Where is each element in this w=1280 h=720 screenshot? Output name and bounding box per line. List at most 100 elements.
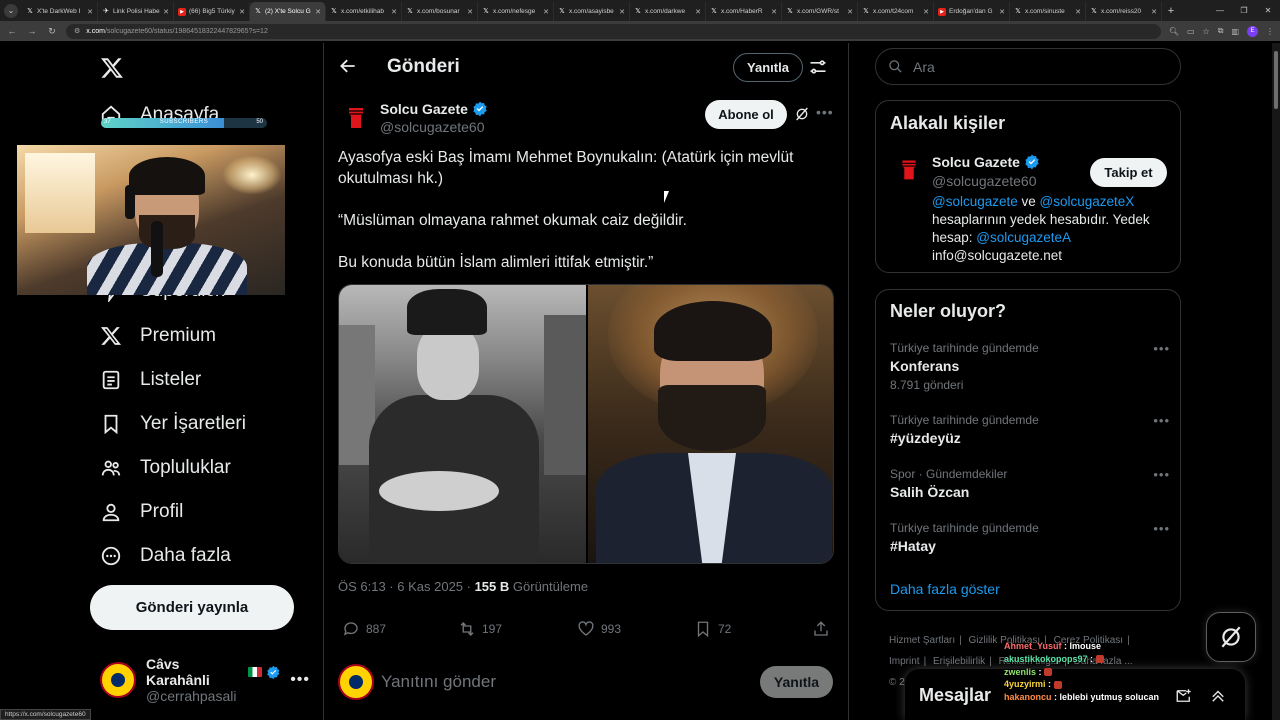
url-field[interactable]: ⚙ x.com/solcugazete60/status/19864518322… — [66, 23, 1161, 39]
browser-tab[interactable]: 𝕏 X'te DarkWeb I ✕ — [22, 2, 98, 21]
new-tab-button[interactable]: + — [1162, 2, 1180, 21]
more-horizontal-icon[interactable]: ••• — [290, 671, 310, 689]
browser-tab[interactable]: 𝕏x.com/t24com ✕ — [858, 2, 934, 21]
search-input[interactable]: Ara — [875, 48, 1181, 85]
post-media-image[interactable] — [338, 284, 834, 564]
profile-avatar[interactable]: E — [1247, 25, 1258, 37]
close-icon[interactable]: ✕ — [467, 8, 473, 16]
zoom-icon[interactable]: 🔍︎ — [1169, 27, 1179, 36]
close-icon[interactable]: ✕ — [847, 8, 853, 16]
close-icon[interactable]: ✕ — [391, 8, 397, 16]
more-horizontal-icon[interactable]: ••• — [1153, 521, 1170, 536]
browser-tab[interactable]: 𝕏x.com/nefesge ✕ — [478, 2, 554, 21]
back-icon[interactable]: ← — [6, 26, 18, 36]
browser-tab[interactable]: 𝕏x.com/HaberR ✕ — [706, 2, 782, 21]
extensions-icon[interactable]: ⧉ — [1218, 26, 1224, 36]
follow-button[interactable]: Takip et — [1090, 158, 1167, 187]
close-icon[interactable]: ✕ — [923, 8, 929, 16]
more-horizontal-icon[interactable]: ••• — [1153, 467, 1170, 482]
footer-link[interactable]: Erişilebilirlik — [933, 656, 985, 667]
close-icon[interactable]: ✕ — [239, 8, 245, 16]
bookmark-action[interactable]: 72 — [694, 620, 731, 638]
close-icon[interactable]: ✕ — [1151, 8, 1157, 16]
close-icon[interactable]: ✕ — [315, 8, 321, 16]
trend-item[interactable]: Türkiye tarihinde gündemde Konferans 8.7… — [890, 341, 1170, 392]
bio-link[interactable]: @solcugazeteX — [1040, 194, 1135, 209]
related-handle[interactable]: @solcugazete60 — [932, 173, 1037, 189]
close-window-icon[interactable]: ✕ — [1256, 0, 1280, 21]
browser-tab[interactable]: 𝕏x.com/sinuste ✕ — [1010, 2, 1086, 21]
trend-item[interactable]: Türkiye tarihinde gündemde #Hatay ••• — [890, 521, 1170, 554]
site-info-icon[interactable]: ⚙ — [74, 27, 80, 35]
show-more-link[interactable]: Daha fazla göster — [890, 581, 1000, 597]
more-horizontal-icon[interactable]: ••• — [1153, 413, 1170, 428]
post-author-name[interactable]: Solcu Gazete — [380, 101, 488, 117]
sidebar-item-communities[interactable]: Topluluklar — [100, 453, 231, 483]
post-author-handle[interactable]: @solcugazete60 — [380, 119, 485, 135]
browser-tab[interactable]: ▶ (66) Big5 Türkiy ✕ — [174, 2, 250, 21]
reply-submit-button[interactable]: Yanıtla — [760, 666, 833, 698]
repost-action[interactable]: 197 — [458, 620, 502, 638]
close-icon[interactable]: ✕ — [999, 8, 1005, 16]
close-icon[interactable]: ✕ — [1075, 8, 1081, 16]
browser-tab-active[interactable]: 𝕏 (2) X'te Solcu G ✕ — [250, 2, 326, 21]
x-icon: 𝕏 — [483, 7, 489, 15]
bio-link[interactable]: @solcugazete — [932, 194, 1018, 209]
sidebar-item-more[interactable]: Daha fazla — [100, 541, 231, 571]
trend-item[interactable]: Spor · Gündemdekiler Salih Özcan ••• — [890, 467, 1170, 500]
sidebar-item-profile[interactable]: Profil — [100, 497, 183, 527]
browser-tab[interactable]: 𝕏x.com/GWR/st ✕ — [782, 2, 858, 21]
fist-logo-avatar[interactable] — [892, 151, 926, 185]
sidebar-item-bookmarks[interactable]: Yer İşaretleri — [100, 409, 246, 439]
restore-icon[interactable]: ❐ — [1232, 0, 1256, 21]
footer-link[interactable]: Imprint — [889, 656, 920, 667]
close-icon[interactable]: ✕ — [543, 8, 549, 16]
header-reply-button[interactable]: Yanıtla — [733, 53, 803, 82]
reply-input[interactable]: Yanıtını gönder — [381, 672, 496, 692]
reply-action[interactable]: 887 — [342, 620, 386, 638]
footer-link[interactable]: Hizmet Şartları — [889, 635, 955, 646]
bio-link[interactable]: @solcugazeteA — [976, 230, 1071, 245]
minimize-icon[interactable]: — — [1208, 0, 1232, 21]
post-actions: 887 197 993 72 — [338, 620, 834, 640]
like-action[interactable]: 993 — [577, 620, 621, 638]
browser-tab[interactable]: ✈ Link Polisi Habe ✕ — [98, 2, 174, 21]
close-icon[interactable]: ✕ — [87, 8, 93, 16]
cast-icon[interactable]: ▭ — [1187, 27, 1195, 36]
more-horizontal-icon[interactable]: ••• — [816, 104, 834, 120]
browser-tab[interactable]: 𝕏x.com/reiss20 ✕ — [1086, 2, 1162, 21]
more-horizontal-icon[interactable]: ••• — [1153, 341, 1170, 356]
account-switcher[interactable]: Câvs Karahânli @cerrahpasali ••• — [100, 656, 310, 704]
sliders-icon[interactable] — [808, 57, 828, 77]
related-bio: @solcugazete ve @solcugazeteX hesapların… — [932, 194, 1150, 263]
related-name[interactable]: Solcu Gazete — [932, 154, 1040, 170]
post-timestamp[interactable]: ÖS 6:13 · 6 Kas 2025 · — [338, 579, 475, 594]
trend-item[interactable]: Türkiye tarihinde gündemde #yüzdeyüz ••• — [890, 413, 1170, 446]
close-icon[interactable]: ✕ — [771, 8, 777, 16]
post-button[interactable]: Gönderi yayınla — [90, 585, 294, 630]
browser-tab[interactable]: 𝕏x.com/bosunar ✕ — [402, 2, 478, 21]
scrollbar[interactable] — [1272, 43, 1280, 720]
back-arrow-icon[interactable] — [338, 56, 358, 76]
grok-icon[interactable] — [794, 106, 810, 122]
x-logo-icon[interactable] — [100, 56, 124, 80]
reload-icon[interactable]: ↻ — [46, 26, 58, 37]
share-action[interactable] — [812, 620, 830, 638]
browser-tab[interactable]: 𝕏x.com/darkwe ✕ — [630, 2, 706, 21]
fist-logo-avatar[interactable] — [338, 98, 374, 134]
browser-tab[interactable]: 𝕏x.com/asayisbe ✕ — [554, 2, 630, 21]
tab-search-button[interactable]: ⌄ — [0, 0, 22, 21]
sidebar-item-lists[interactable]: Listeler — [100, 365, 201, 395]
browser-menu-icon[interactable]: ⋮ — [1266, 27, 1274, 36]
close-icon[interactable]: ✕ — [619, 8, 625, 16]
browser-tab[interactable]: 𝕏x.com/etkilihab ✕ — [326, 2, 402, 21]
close-icon[interactable]: ✕ — [163, 8, 169, 16]
forward-icon[interactable]: → — [26, 26, 38, 36]
sidebar-icon[interactable]: ▥ — [1231, 27, 1239, 36]
sidebar-item-premium[interactable]: Premium — [100, 321, 216, 351]
star-icon[interactable]: ☆ — [1203, 27, 1210, 36]
browser-tab[interactable]: ▶ Erdoğan'dan G ✕ — [934, 2, 1010, 21]
close-icon[interactable]: ✕ — [695, 8, 701, 16]
scrollbar-thumb[interactable] — [1274, 51, 1278, 109]
subscribe-button[interactable]: Abone ol — [705, 100, 787, 129]
